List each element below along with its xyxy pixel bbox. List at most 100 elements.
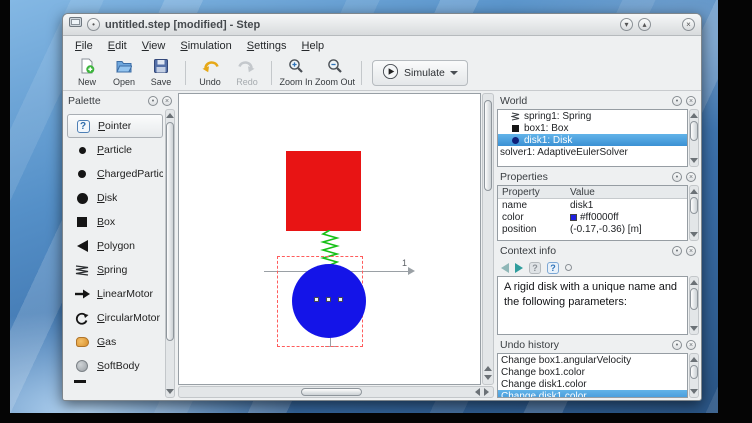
palette-item-charged-particle[interactable]: ChargedParticle xyxy=(67,162,163,186)
palette-title: Palette xyxy=(68,95,101,107)
zoom-out-button[interactable]: Zoom Out xyxy=(315,56,355,89)
configure-icon[interactable]: • xyxy=(672,172,682,182)
context-info-scrollbar[interactable] xyxy=(689,276,699,335)
context-info-panel: Context info • × ? ? A rigid disk with a… xyxy=(497,243,699,335)
simulate-button[interactable]: Simulate xyxy=(372,60,468,86)
palette-item-polygon[interactable]: Polygon xyxy=(67,234,163,258)
zoom-out-label: Zoom Out xyxy=(315,77,355,87)
scroll-down-icon[interactable] xyxy=(690,389,698,394)
property-row-color[interactable]: color #ff0000ff xyxy=(498,211,687,223)
undo-item-selected[interactable]: Change disk1.color xyxy=(498,390,687,398)
maximize-button[interactable]: ▴ xyxy=(638,18,651,31)
palette-item-particle[interactable]: Particle xyxy=(67,138,163,162)
world-item-solver1[interactable]: solver1: AdaptiveEulerSolver xyxy=(498,146,687,158)
property-column-header[interactable]: Property xyxy=(498,187,570,198)
menu-settings[interactable]: Settings xyxy=(240,38,294,54)
scroll-down-icon[interactable] xyxy=(690,326,698,331)
configure-icon[interactable]: • xyxy=(148,96,158,106)
back-arrow-icon[interactable] xyxy=(501,263,509,273)
menu-help[interactable]: Help xyxy=(295,38,332,54)
scroll-up-icon[interactable] xyxy=(690,357,698,362)
menu-file[interactable]: File xyxy=(68,38,100,54)
scroll-up-icon[interactable] xyxy=(484,366,492,371)
close-panel-icon[interactable]: × xyxy=(686,246,696,256)
close-panel-icon[interactable]: × xyxy=(686,340,696,350)
polygon-icon xyxy=(74,240,90,252)
menu-simulation[interactable]: Simulation xyxy=(173,38,238,54)
close-button[interactable]: × xyxy=(682,18,695,31)
scroll-down-icon[interactable] xyxy=(690,158,698,163)
scroll-right-icon[interactable] xyxy=(484,388,489,396)
undo-button[interactable]: Undo xyxy=(192,56,228,89)
property-row-name[interactable]: name disk1 xyxy=(498,199,687,211)
forward-arrow-icon[interactable] xyxy=(515,263,523,273)
open-button[interactable]: Open xyxy=(106,56,142,89)
window-title: untitled.step [modified] - Step xyxy=(105,19,260,31)
menu-edit[interactable]: Edit xyxy=(101,38,134,54)
save-button[interactable]: Save xyxy=(143,56,179,89)
value-column-header[interactable]: Value xyxy=(570,187,687,198)
selection-handle[interactable] xyxy=(326,297,331,302)
scroll-down-icon[interactable] xyxy=(166,389,174,394)
box1-object[interactable] xyxy=(286,151,361,231)
close-panel-icon[interactable]: × xyxy=(162,96,172,106)
zoom-in-button[interactable]: Zoom In xyxy=(278,56,314,89)
undo-history-scrollbar[interactable] xyxy=(689,353,699,398)
new-document-icon xyxy=(79,58,95,76)
scroll-down-icon[interactable] xyxy=(690,232,698,237)
selection-handle[interactable] xyxy=(338,297,343,302)
undo-item[interactable]: Change box1.color xyxy=(498,366,687,378)
world-scrollbar[interactable] xyxy=(689,109,699,167)
titlebar[interactable]: • untitled.step [modified] - Step ▾ ▴ × xyxy=(63,14,701,36)
toolbar-separator xyxy=(361,61,362,85)
palette-item-gas[interactable]: Gas xyxy=(67,330,163,354)
menu-view[interactable]: View xyxy=(135,38,173,54)
palette-item-pointer[interactable]: ? Pointer xyxy=(67,114,163,138)
canvas-vertical-scrollbar[interactable] xyxy=(482,93,494,385)
context-info-text: A rigid disk with a unique name and the … xyxy=(498,277,687,313)
palette-item-linear-motor[interactable]: LinearMotor xyxy=(67,282,163,306)
close-panel-icon[interactable]: × xyxy=(686,172,696,182)
world-item-disk1[interactable]: disk1: Disk xyxy=(498,134,687,146)
close-panel-icon[interactable]: × xyxy=(686,96,696,106)
minimize-button[interactable]: ▾ xyxy=(620,18,633,31)
zoom-out-icon xyxy=(327,58,343,76)
palette-item-spring[interactable]: Spring xyxy=(67,258,163,282)
configure-icon[interactable]: • xyxy=(672,96,682,106)
selection-handle[interactable] xyxy=(314,297,319,302)
canvas-horizontal-scrollbar[interactable] xyxy=(178,386,494,398)
help-icon[interactable]: ? xyxy=(529,262,541,274)
property-row-position[interactable]: position (-0.17,-0.36) [m] xyxy=(498,223,687,235)
link-icon[interactable] xyxy=(565,264,572,271)
world-item-spring1[interactable]: spring1: Spring xyxy=(498,110,687,122)
undo-item[interactable]: Change box1.angularVelocity xyxy=(498,354,687,366)
scroll-up-icon[interactable] xyxy=(690,189,698,194)
circular-motor-icon xyxy=(74,312,90,325)
scroll-up-icon[interactable] xyxy=(690,113,698,118)
properties-table: Property Value name disk1 color #ff0000f… xyxy=(497,185,688,241)
undo-item[interactable]: Change disk1.color xyxy=(498,378,687,390)
properties-scrollbar[interactable] xyxy=(689,185,699,241)
new-button[interactable]: New xyxy=(69,56,105,89)
palette-scrollbar[interactable] xyxy=(165,109,175,398)
scroll-left-icon[interactable] xyxy=(475,388,480,396)
scroll-up-icon[interactable] xyxy=(166,113,174,118)
palette-item-disk[interactable]: Disk xyxy=(67,186,163,210)
whats-this-icon[interactable]: ? xyxy=(547,262,559,274)
configure-icon[interactable]: • xyxy=(672,340,682,350)
palette-item-box[interactable]: Box xyxy=(67,210,163,234)
palette-item-circular-motor[interactable]: CircularMotor xyxy=(67,306,163,330)
redo-button[interactable]: Redo xyxy=(229,56,265,89)
right-dock-area: World • × spring1: Spring box1: Box xyxy=(497,93,699,398)
axis-unit-label: 1 xyxy=(402,258,407,268)
toolbar-separator xyxy=(185,61,186,85)
scroll-down-icon[interactable] xyxy=(484,375,492,380)
world-panel: World • × spring1: Spring box1: Box xyxy=(497,93,699,167)
world-item-box1[interactable]: box1: Box xyxy=(498,122,687,134)
scroll-up-icon[interactable] xyxy=(690,280,698,285)
palette-item-softbody[interactable]: SoftBody xyxy=(67,354,163,378)
sticky-icon[interactable]: • xyxy=(87,18,100,31)
properties-title: Properties xyxy=(500,171,548,183)
scene-canvas[interactable]: 1 xyxy=(178,93,481,385)
configure-icon[interactable]: • xyxy=(672,246,682,256)
